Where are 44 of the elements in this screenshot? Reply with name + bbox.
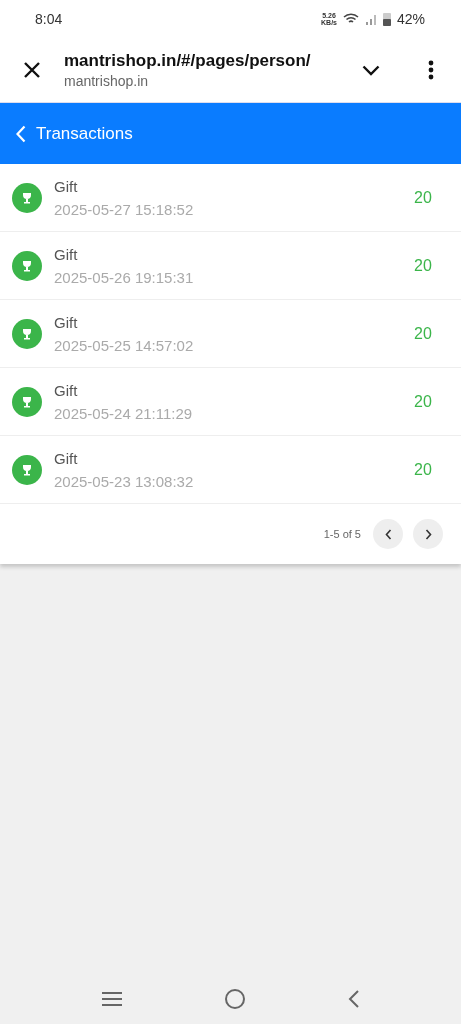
more-options-icon[interactable] <box>428 60 434 80</box>
transaction-row[interactable]: Gift 2025-05-23 13:08:32 20 <box>0 436 461 504</box>
transaction-title: Gift <box>54 449 79 467</box>
page-domain: mantrishop.in <box>64 73 150 89</box>
transaction-time: 2025-05-24 21:11:29 <box>54 404 194 422</box>
close-icon[interactable] <box>23 61 41 79</box>
signal-icon <box>364 13 377 25</box>
transaction-row[interactable]: Gift 2025-05-24 21:11:29 20 <box>0 368 461 436</box>
page-url[interactable]: mantrishop.in/#/pages/person/ <box>64 51 341 71</box>
trophy-icon <box>12 182 42 213</box>
transaction-title: Gift <box>54 245 79 263</box>
transaction-time: 2025-05-27 15:18:52 <box>54 200 195 218</box>
trophy-icon <box>12 250 42 281</box>
battery-percentage: 42% <box>396 11 425 27</box>
transaction-title: Gift <box>54 313 79 331</box>
transaction-title: Gift <box>54 177 79 195</box>
chevron-left-icon <box>384 528 392 540</box>
transaction-amount: 20 <box>413 460 433 479</box>
transaction-amount: 20 <box>413 392 433 411</box>
next-page-button[interactable] <box>413 519 443 549</box>
battery-icon <box>382 12 391 26</box>
chevron-right-icon <box>424 528 432 540</box>
status-time: 8:04 <box>35 11 63 27</box>
transaction-row[interactable]: Gift 2025-05-27 15:18:52 20 <box>0 164 461 232</box>
transaction-amount: 20 <box>413 324 433 343</box>
transaction-row[interactable]: Gift 2025-05-25 14:57:02 20 <box>0 300 461 368</box>
pagination-range: 1-5 of 5 <box>323 528 361 540</box>
transaction-time: 2025-05-26 19:15:31 <box>54 268 195 286</box>
transaction-amount: 20 <box>413 188 433 207</box>
transaction-row[interactable]: Gift 2025-05-26 19:15:31 20 <box>0 232 461 300</box>
wifi-icon <box>342 13 359 25</box>
transaction-amount: 20 <box>413 256 433 275</box>
home-icon[interactable] <box>224 988 247 1010</box>
transaction-time: 2025-05-25 14:57:02 <box>54 336 195 354</box>
trophy-icon <box>12 454 42 485</box>
transaction-time: 2025-05-23 13:08:32 <box>54 472 195 490</box>
chevron-down-icon[interactable] <box>362 64 380 76</box>
transaction-title: Gift <box>54 381 79 399</box>
back-icon[interactable] <box>348 989 361 1009</box>
trophy-icon <box>12 318 42 349</box>
previous-page-button[interactable] <box>373 519 403 549</box>
page-title: Transactions <box>36 123 133 144</box>
trophy-icon <box>12 386 42 417</box>
menu-icon[interactable] <box>100 991 123 1007</box>
